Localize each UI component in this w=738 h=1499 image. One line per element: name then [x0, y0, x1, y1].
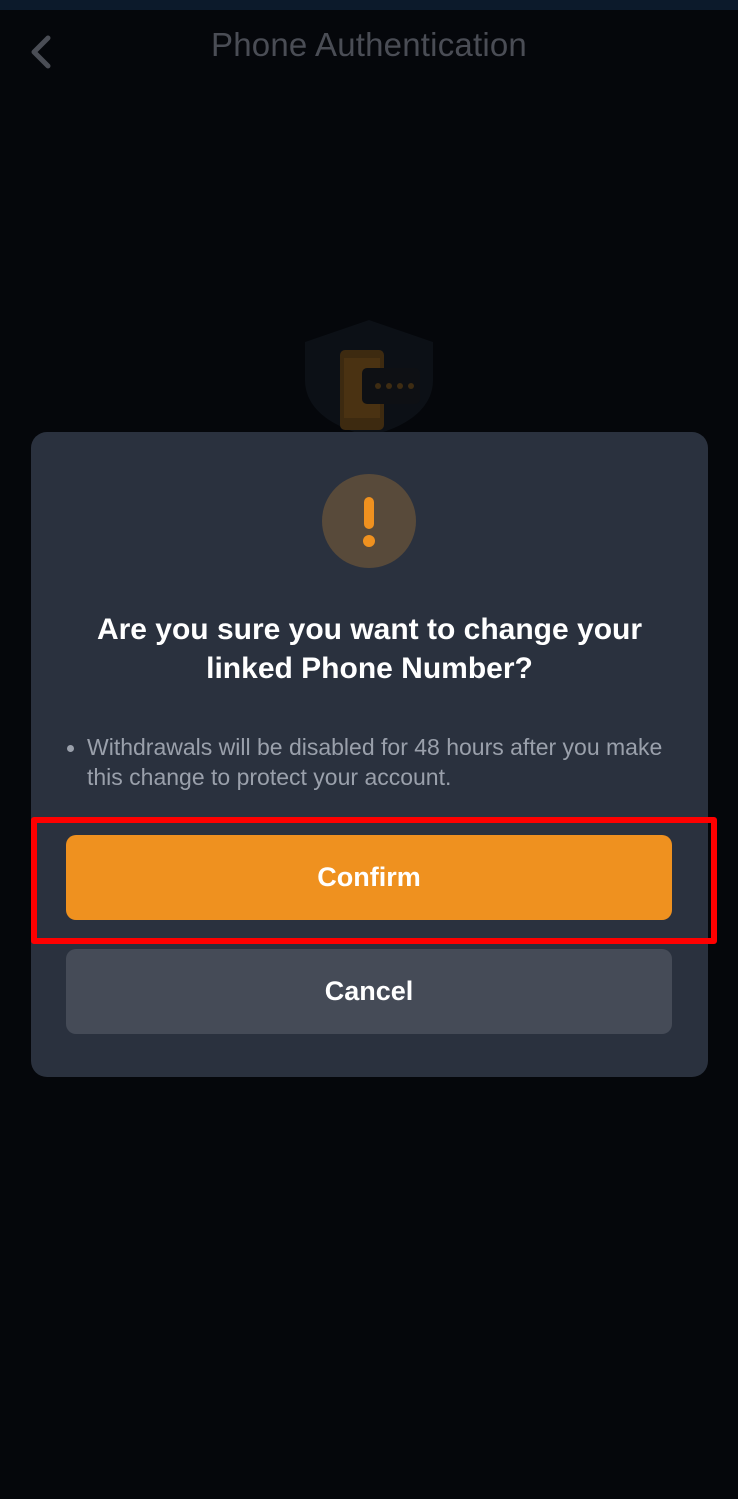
- exclamation-icon: [363, 497, 375, 547]
- warning-badge: [322, 474, 416, 568]
- dialog-note-text: Withdrawals will be disabled for 48 hour…: [87, 734, 663, 790]
- dialog-note: Withdrawals will be disabled for 48 hour…: [67, 732, 672, 792]
- bullet-dot: [67, 745, 74, 752]
- confirm-button[interactable]: Confirm: [66, 835, 672, 920]
- confirmation-dialog: Are you sure you want to change your lin…: [31, 432, 708, 1077]
- cancel-button[interactable]: Cancel: [66, 949, 672, 1034]
- phone-shield-icon: [300, 318, 438, 436]
- dialog-title: Are you sure you want to change your lin…: [96, 613, 643, 685]
- app-header: Phone Authentication: [0, 10, 738, 84]
- status-bar-strip: [0, 0, 738, 10]
- page-title: Phone Authentication: [211, 26, 527, 63]
